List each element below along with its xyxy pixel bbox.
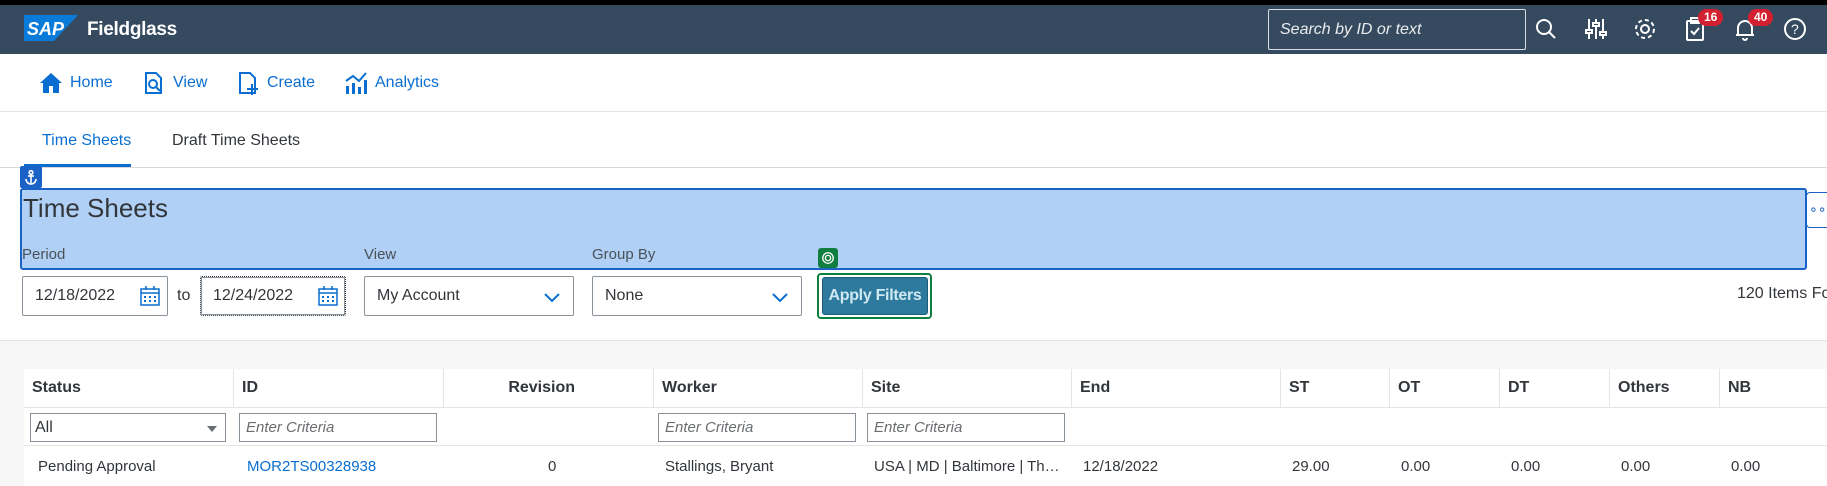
worker-criteria-input[interactable] xyxy=(658,413,856,442)
brand-name: Fieldglass xyxy=(87,19,177,40)
notification-count-badge: 40 xyxy=(1748,9,1774,26)
gear-icon[interactable] xyxy=(1632,16,1658,42)
column-header-id[interactable]: ID xyxy=(234,369,444,408)
document-search-icon xyxy=(145,72,162,94)
task-count-badge: 16 xyxy=(1698,9,1724,26)
tab-time-sheets[interactable]: Time Sheets xyxy=(42,132,131,150)
target-icon xyxy=(818,248,838,268)
header-highlight xyxy=(20,188,1807,270)
column-header-end[interactable]: End xyxy=(1072,369,1281,408)
sap-logo-text: SAP xyxy=(27,19,65,39)
id-criteria-input[interactable] xyxy=(239,413,437,442)
search-input[interactable] xyxy=(1268,9,1526,50)
nav-analytics-label: Analytics xyxy=(375,74,440,91)
column-header-dt[interactable]: DT xyxy=(1500,369,1610,408)
search-icon[interactable] xyxy=(1533,16,1559,42)
sap-logo[interactable]: SAP xyxy=(24,15,78,41)
time-sheets-table: Status ID Revision Worker Site End ST OT… xyxy=(24,369,1827,486)
tab-draft-time-sheets[interactable]: Draft Time Sheets xyxy=(172,132,300,150)
cell-status: Pending Approval xyxy=(38,458,156,475)
calendar-icon[interactable] xyxy=(317,285,339,307)
nav-create-label: Create xyxy=(267,74,316,91)
status-filter-select[interactable]: All xyxy=(30,413,226,442)
column-header-revision[interactable]: Revision xyxy=(444,369,654,408)
cell-nb: 0.00 xyxy=(1731,458,1761,475)
column-header-status[interactable]: Status xyxy=(24,369,234,408)
nav-home[interactable]: Home xyxy=(38,69,113,97)
main-navigation: Home View Create Analytics xyxy=(0,54,1827,112)
cell-ot: 0.00 xyxy=(1401,458,1431,475)
nav-view[interactable]: View xyxy=(141,69,207,97)
nav-create[interactable]: Create xyxy=(235,69,315,97)
dropdown-arrow-icon xyxy=(207,426,217,432)
home-icon xyxy=(40,73,62,93)
column-header-st[interactable]: ST xyxy=(1281,369,1390,408)
filter-row: All xyxy=(24,408,1827,446)
svg-text:?: ? xyxy=(1791,21,1799,37)
period-label: Period xyxy=(22,246,66,263)
help-icon[interactable]: ? xyxy=(1782,16,1808,42)
cell-revision: 0 xyxy=(548,458,557,475)
filter-sliders-icon[interactable] xyxy=(1583,16,1609,42)
view-select[interactable]: My Account xyxy=(364,276,574,316)
nav-view-label: View xyxy=(173,74,208,91)
column-header-worker[interactable]: Worker xyxy=(654,369,863,408)
chevron-down-icon xyxy=(544,293,560,303)
cell-site: USA | MD | Baltimore | Th… xyxy=(874,458,1060,475)
period-end-field[interactable]: 12/24/2022 xyxy=(200,276,346,316)
cell-id-link[interactable]: MOR2TS00328938 xyxy=(247,458,376,475)
chevron-down-icon xyxy=(772,293,788,303)
clipboard-icon[interactable]: 16 xyxy=(1682,9,1724,42)
document-add-icon xyxy=(239,72,258,95)
apply-filters-button[interactable]: Apply Filters xyxy=(822,277,928,315)
group-by-select[interactable]: None xyxy=(592,276,802,316)
calendar-icon[interactable] xyxy=(139,285,161,307)
column-header-site[interactable]: Site xyxy=(863,369,1072,408)
shell-bar: SAP Fieldglass 16 40 ? xyxy=(0,0,1827,54)
nav-home-label: Home xyxy=(70,74,113,91)
cell-end: 12/18/2022 xyxy=(1083,458,1159,475)
bell-icon[interactable]: 40 xyxy=(1732,9,1774,42)
cell-dt: 0.00 xyxy=(1511,458,1541,475)
column-header-others[interactable]: Others xyxy=(1610,369,1720,408)
more-options-icon[interactable]: ∘∘ xyxy=(1806,192,1827,228)
analytics-icon xyxy=(345,72,367,94)
view-select-value: My Account xyxy=(377,287,460,304)
status-filter-value: All xyxy=(35,419,53,436)
period-end-value: 12/24/2022 xyxy=(213,287,294,304)
site-criteria-input[interactable] xyxy=(867,413,1065,442)
items-found-count: 120 Items Fo xyxy=(1737,285,1827,302)
column-header-ot[interactable]: OT xyxy=(1390,369,1500,408)
view-label: View xyxy=(364,246,397,263)
period-start-field[interactable]: 12/18/2022 xyxy=(22,276,168,316)
to-label: to xyxy=(177,287,191,304)
nav-analytics[interactable]: Analytics xyxy=(343,69,439,97)
cell-st: 29.00 xyxy=(1292,458,1330,475)
cell-others: 0.00 xyxy=(1621,458,1651,475)
period-start-value: 12/18/2022 xyxy=(35,287,116,304)
column-header-nb[interactable]: NB xyxy=(1720,369,1827,408)
group-by-select-value: None xyxy=(605,287,644,304)
page-title: Time Sheets xyxy=(23,193,168,223)
tab-bar: Time Sheets Draft Time Sheets xyxy=(0,112,1827,168)
cell-worker: Stallings, Bryant xyxy=(665,458,774,475)
group-by-label: Group By xyxy=(592,246,656,263)
anchor-icon[interactable] xyxy=(20,166,42,188)
